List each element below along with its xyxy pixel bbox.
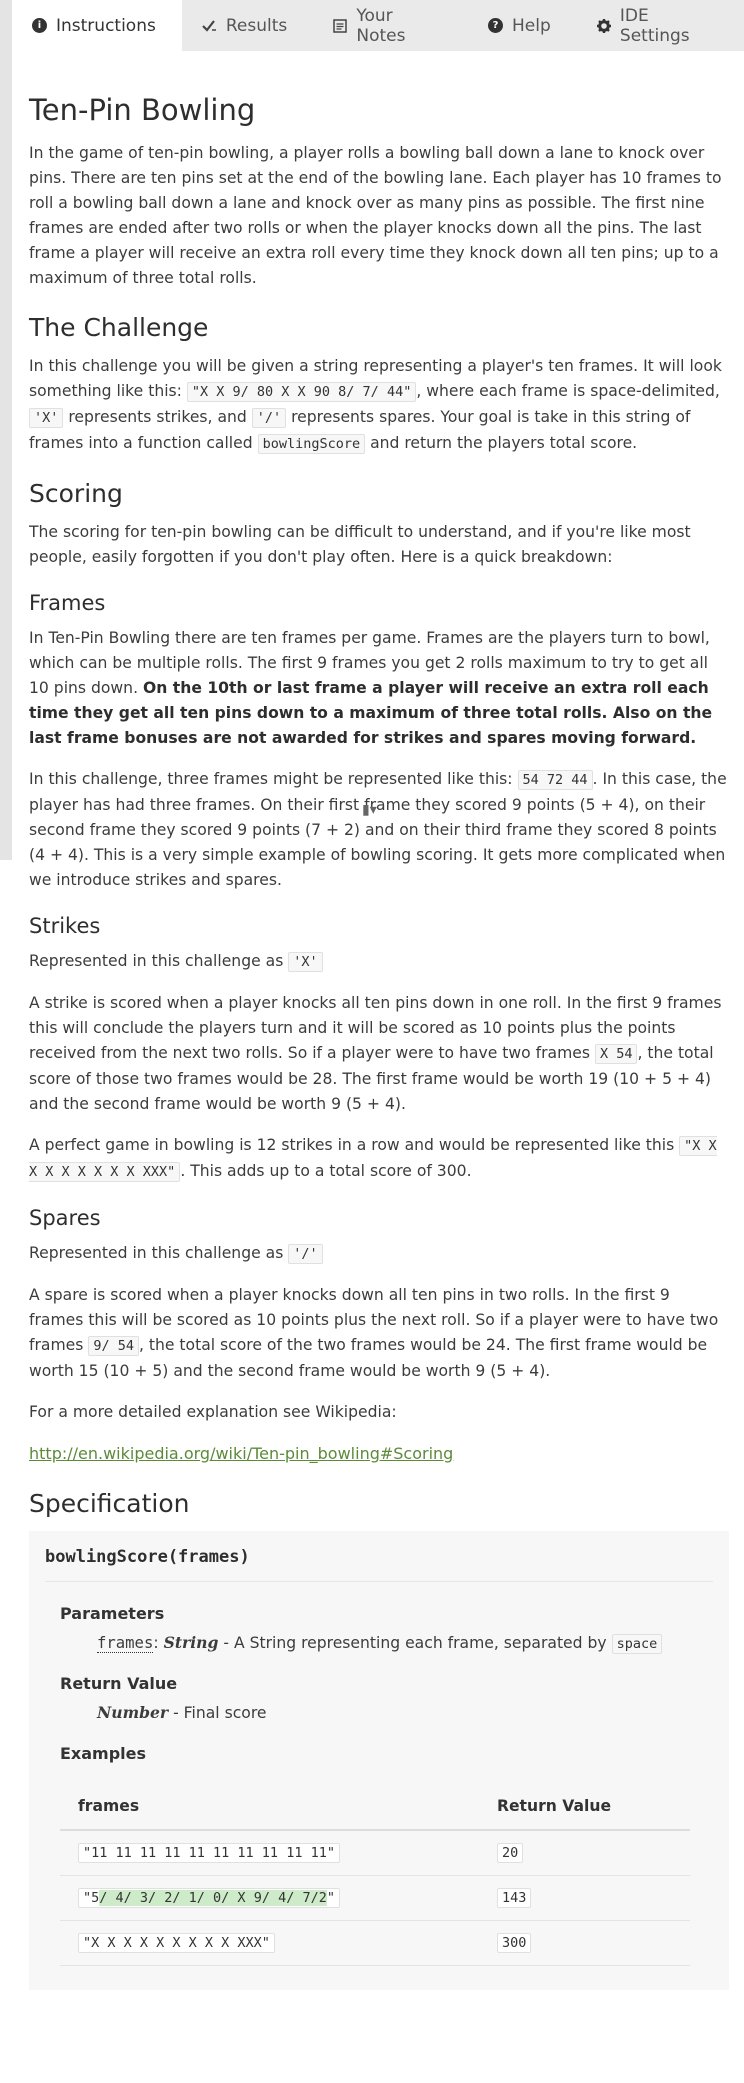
challenge-heading: The Challenge [29,313,209,342]
tab-help[interactable]: ? Help [468,0,577,51]
table-row: "11 11 11 11 11 11 11 11 11 11" 20 [60,1830,690,1876]
tab-results[interactable]: Results [182,0,313,51]
strikes-represented: Represented in this challenge as 'X' [29,949,729,975]
function-signature: bowlingScore(frames) [45,1547,713,1582]
info-icon: i [32,18,47,33]
example-frames: "5/ 4/ 3/ 2/ 1/ 0/ X 9/ 4/ 7/2" [78,1888,340,1908]
wikipedia-note: For a more detailed explanation see Wiki… [29,1403,397,1421]
frames-paragraph: In Ten-Pin Bowling there are ten frames … [29,629,713,747]
param-name[interactable]: frames [97,1634,154,1653]
strikes-paragraph: A strike is scored when a player knocks … [29,994,722,1113]
instructions-content: Ten-Pin Bowling In the game of ten-pin b… [29,51,729,1990]
spare-example-code: 9/ 54 [88,1336,139,1356]
col-frames-header: frames [60,1783,479,1831]
frames-example-paragraph: In this challenge, three frames might be… [29,770,727,889]
page-title: Ten-Pin Bowling [29,93,256,127]
specification-heading: Specification [29,1489,190,1518]
param-type: String [163,1633,219,1652]
tab-label: Your Notes [356,5,406,46]
specification-box: bowlingScore(frames) Parameters frames: … [29,1531,729,1990]
tab-instructions[interactable]: i Instructions [12,0,182,51]
left-panel-edge [0,0,12,860]
example-return: 20 [496,1843,524,1863]
tab-ide-settings[interactable]: IDE Settings [577,0,744,51]
return-type: Number [97,1703,169,1722]
strikes-heading: Strikes [29,914,101,938]
parameters-label: Parameters [60,1604,165,1623]
table-row: "5/ 4/ 3/ 2/ 1/ 0/ X 9/ 4/ 7/2" 143 [60,1875,690,1921]
return-value-label: Return Value [60,1674,178,1693]
challenge-paragraph: In this challenge you will be given a st… [29,357,722,454]
example-frames: "X X X X X X X X X XXX" [78,1933,275,1953]
example-return: 300 [496,1933,532,1953]
scoring-paragraph: The scoring for ten-pin bowling can be d… [29,523,691,566]
spare-symbol-code: '/' [251,408,287,428]
spare-code: '/' [288,1244,323,1264]
wikipedia-link[interactable]: http://en.wikipedia.org/wiki/Ten-pin_bow… [29,1444,453,1463]
question-icon: ? [487,18,503,33]
examples-table: frames Return Value "11 11 11 11 11 11 1… [60,1783,690,1966]
spares-heading: Spares [29,1206,101,1230]
example-frames: "11 11 11 11 11 11 11 11 11 11" [78,1843,340,1863]
examples-label: Examples [60,1744,147,1763]
strike-symbol-code: 'X' [29,408,64,428]
function-name-code: bowlingScore [257,434,366,454]
tab-label: Results [225,15,288,36]
frames-example-code: 54 72 44 [517,770,593,790]
scoring-heading: Scoring [29,479,123,508]
table-row: "X X X X X X X X X XXX" 300 [60,1920,690,1966]
spares-paragraph: A spare is scored when a player knocks d… [29,1286,719,1380]
space-code: space [611,1634,663,1654]
perfect-game-paragraph: A perfect game in bowling is 12 strikes … [29,1136,717,1182]
example-frames-code: "X X 9/ 80 X X 90 8/ 7/ 44" [186,382,417,402]
tab-bar: i Instructions Results Your Notes ? Help… [12,0,744,51]
intro-paragraph: In the game of ten-pin bowling, a player… [29,144,722,287]
tab-label: IDE Settings [619,5,690,46]
notes-icon [333,18,348,33]
tab-label: Help [511,15,551,36]
col-return-header: Return Value [478,1783,690,1831]
frames-heading: Frames [29,591,106,615]
parameter-row: frames: String - A String representing e… [60,1633,713,1654]
example-return: 143 [496,1888,532,1908]
text-selection-highlight: / 4/ 3/ 2/ 1/ 0/ X 9/ 4/ 7/2 [99,1890,327,1906]
check-icon [202,18,217,33]
tab-label: Instructions [56,15,156,36]
return-row: Number - Final score [97,1703,267,1722]
strike-code: 'X' [288,952,323,972]
strike-example-code: X 54 [594,1044,638,1064]
scroll-down-icon[interactable]: ▮▾ [362,802,377,818]
gear-icon [596,18,611,33]
spares-represented: Represented in this challenge as '/' [29,1241,729,1267]
tab-your-notes[interactable]: Your Notes [313,0,468,51]
